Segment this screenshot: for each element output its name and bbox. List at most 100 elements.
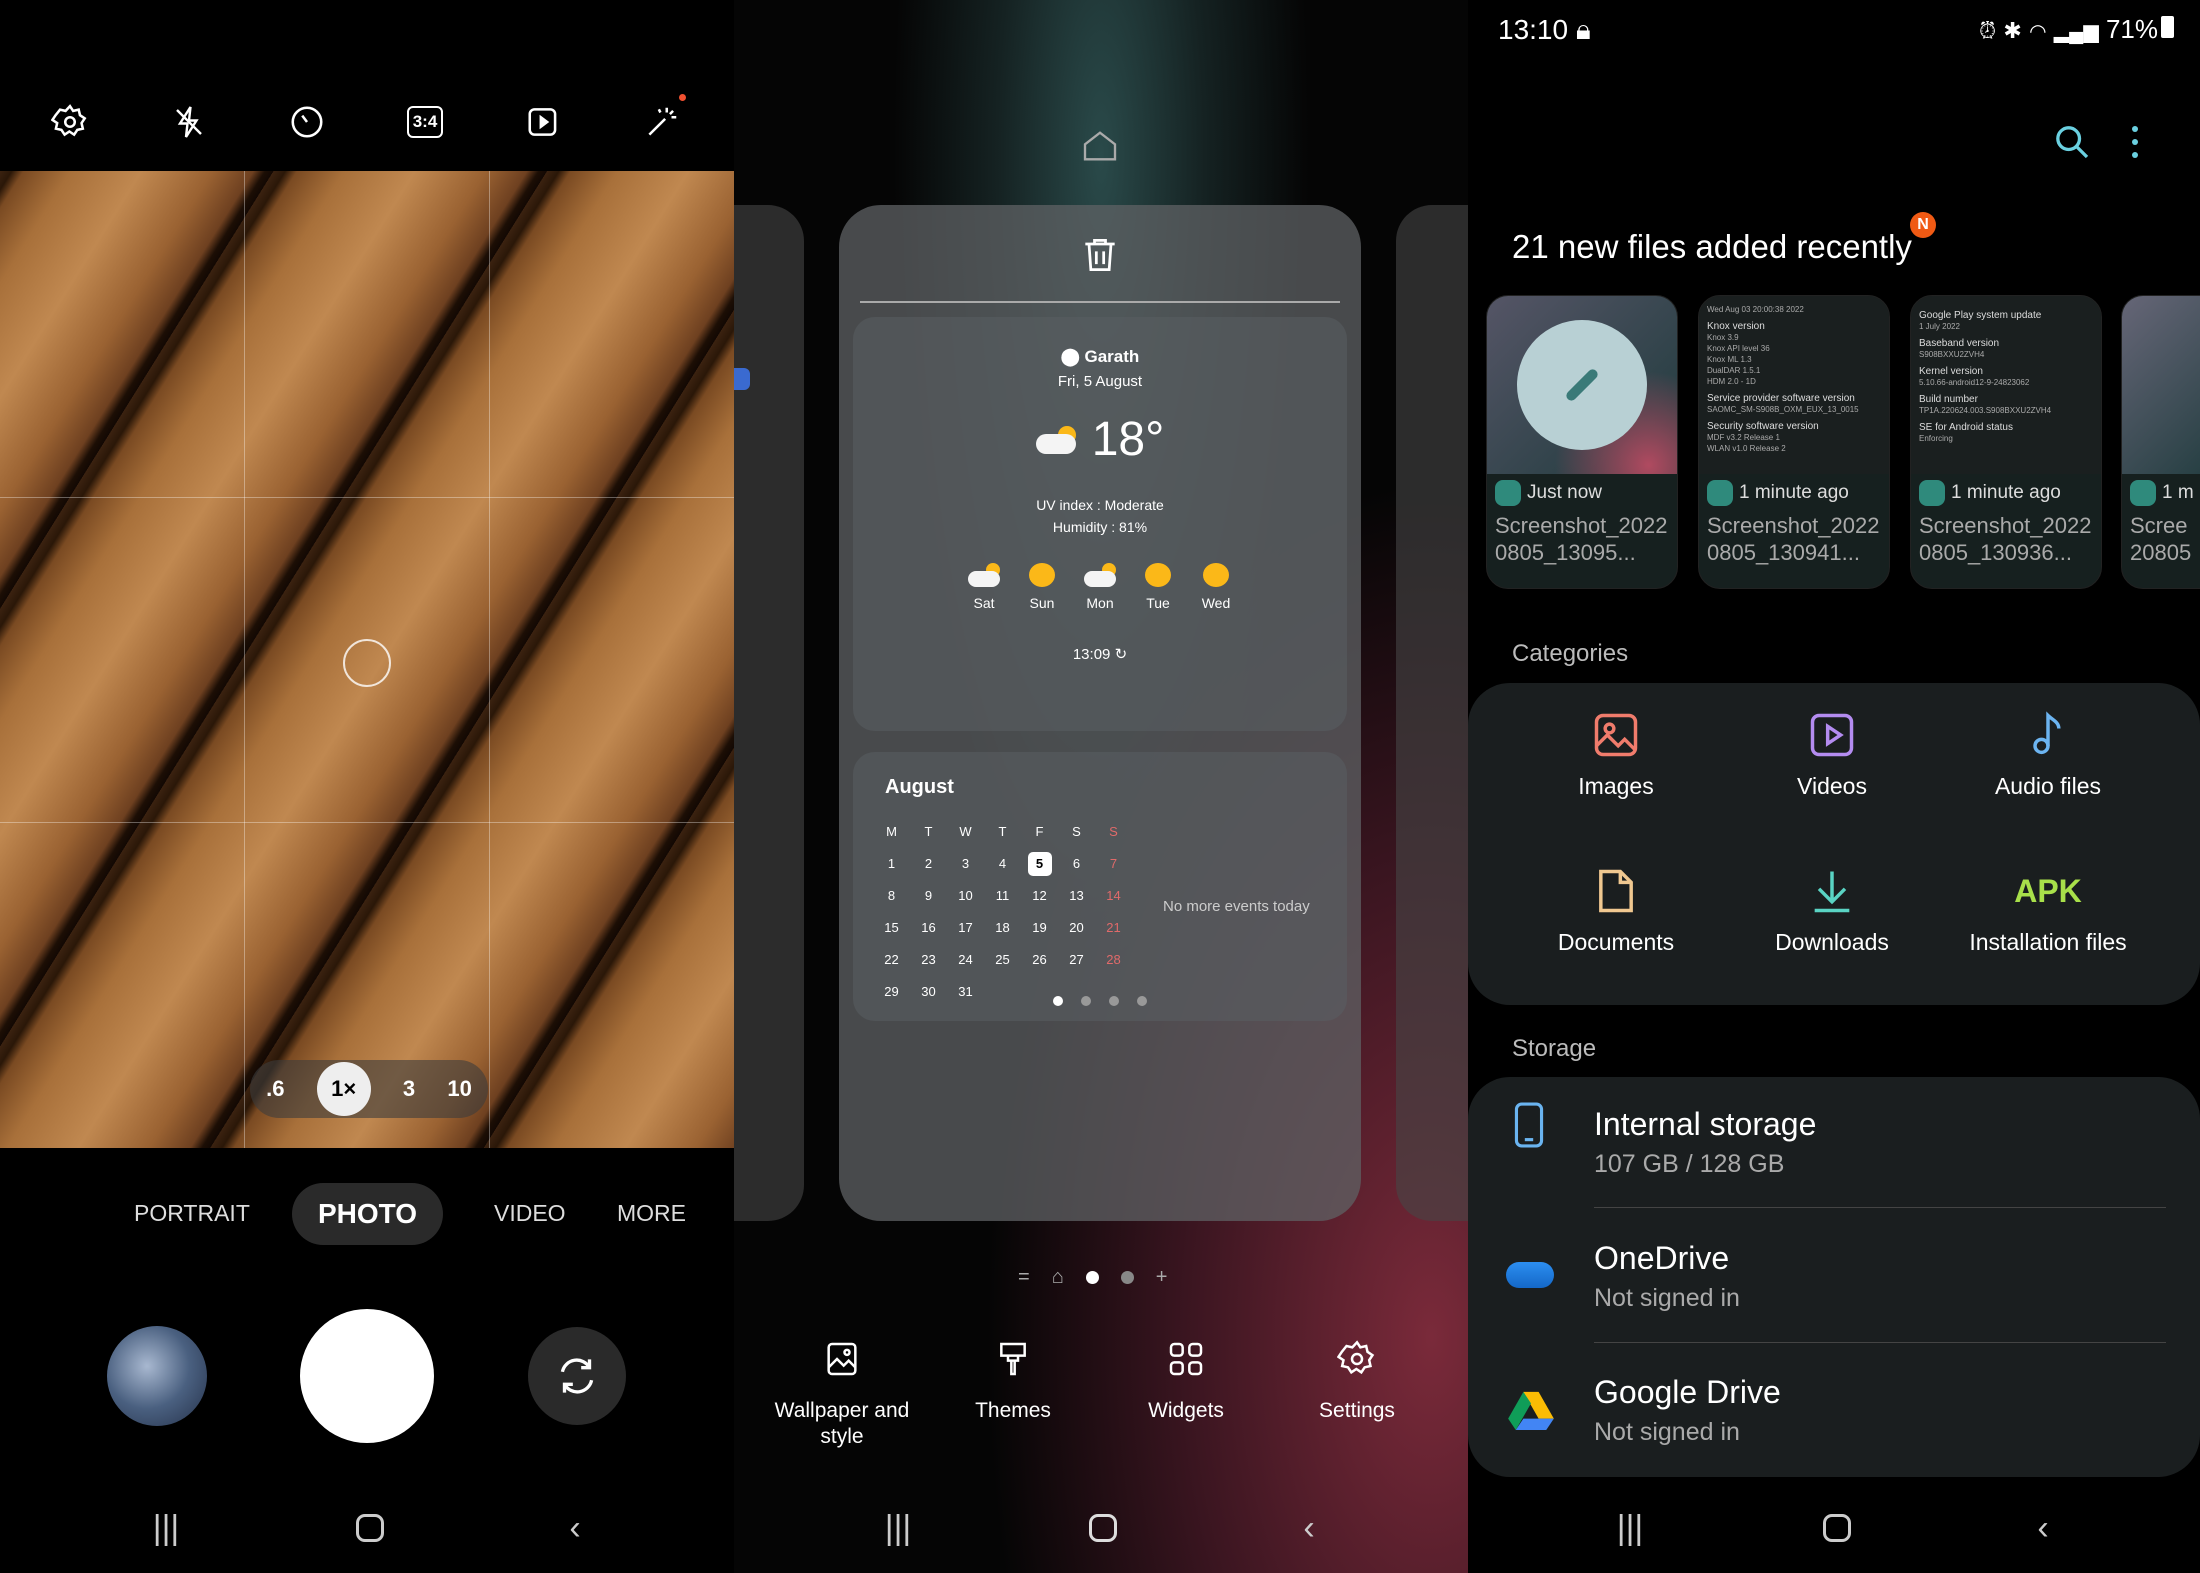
google-drive-title[interactable]: Google Drive (1594, 1374, 1781, 1411)
recents-button[interactable]: ||| (146, 1508, 186, 1548)
events-text: No more events today (1163, 898, 1310, 915)
filters-icon[interactable] (638, 94, 686, 146)
calendar-day[interactable]: 24 (947, 948, 984, 972)
zoom-selector[interactable]: .6 1× 3 10 (250, 1060, 488, 1118)
zoom-0-6[interactable]: .6 (266, 1076, 284, 1102)
calendar-day[interactable]: 21 (1095, 916, 1132, 940)
zoom-3[interactable]: 3 (403, 1076, 415, 1102)
status-icons: ⏰︎ ✱ ◠ ▂▄▆ 71% (1979, 14, 2174, 45)
weather-widget[interactable]: ⬤ Garath Fri, 5 August 18° UV index : Mo… (853, 317, 1347, 731)
back-button[interactable]: ‹ (555, 1508, 595, 1548)
thumbnail-text: SAOMC_SM-S908B_OXM_EUX_13_0015 (1707, 405, 1859, 414)
wallpaper-and-style-button[interactable]: Wallpaper and style (757, 1398, 927, 1450)
calendar-day[interactable]: 3 (947, 852, 984, 876)
calendar-day[interactable]: 10 (947, 884, 984, 908)
calendar-day[interactable]: 15 (873, 916, 910, 940)
category-audio-files[interactable]: Audio files (1940, 705, 2156, 800)
calendar-day[interactable]: 22 (873, 948, 910, 972)
recent-file-card[interactable]: 1 m Scree 20805 (2121, 295, 2200, 589)
category-installation-files[interactable]: APK Installation files (1940, 861, 2156, 956)
mode-video[interactable]: VIDEO (494, 1200, 566, 1227)
home-page-icon[interactable] (1080, 126, 1120, 166)
partly-cloudy-icon (1035, 425, 1080, 454)
zoom-1x[interactable]: 1× (316, 1062, 371, 1116)
calendar-day[interactable]: 27 (1058, 948, 1095, 972)
calendar-day[interactable]: 26 (1021, 948, 1058, 972)
mode-portrait[interactable]: PORTRAIT (134, 1200, 250, 1227)
calendar-day[interactable]: 20 (1058, 916, 1095, 940)
calendar-day[interactable]: 12 (1021, 884, 1058, 908)
calendar-day[interactable]: 25 (984, 948, 1021, 972)
home-button[interactable] (1817, 1508, 1857, 1548)
recents-button[interactable]: ||| (878, 1508, 918, 1548)
calendar-day[interactable]: 1 (873, 852, 910, 876)
more-options-icon[interactable] (2132, 126, 2140, 158)
settings-icon[interactable] (46, 98, 94, 146)
home-button[interactable] (350, 1508, 390, 1548)
motion-photo-icon[interactable] (520, 98, 568, 146)
calendar-day[interactable]: 8 (873, 884, 910, 908)
mode-more[interactable]: MORE (617, 1200, 686, 1227)
settings-button[interactable]: Settings (1272, 1398, 1442, 1424)
calendar-day[interactable]: 11 (984, 884, 1021, 908)
delete-page-icon[interactable] (1078, 233, 1122, 282)
calendar-day[interactable]: 5 (1027, 852, 1052, 876)
page-indicator[interactable]: = ⌂ + (1018, 1266, 1167, 1289)
previous-page-card[interactable] (734, 205, 804, 1221)
file-time: Just now (1527, 482, 1602, 504)
my-files-app: 13:10 🔒︎ ⏰︎ ✱ ◠ ▂▄▆ 71% 21 new files add… (1468, 0, 2200, 1573)
back-button[interactable]: ‹ (2023, 1508, 2063, 1548)
calendar-day[interactable]: 17 (947, 916, 984, 940)
calendar-day[interactable]: 19 (1021, 916, 1058, 940)
switch-camera-button[interactable] (528, 1327, 626, 1425)
uv-index: UV index : Moderate (1036, 497, 1164, 513)
widgets-button[interactable]: Widgets (1101, 1398, 1271, 1424)
category-images[interactable]: Images (1508, 705, 1724, 800)
recent-file-card[interactable]: Just now Screenshot_20220805_13095... (1486, 295, 1678, 589)
wallpaper-icon[interactable] (818, 1335, 866, 1383)
mode-photo[interactable]: PHOTO (292, 1183, 443, 1245)
widgets-icon[interactable] (1162, 1335, 1210, 1383)
ratio-icon[interactable]: 3:4 (401, 98, 449, 146)
brush-icon[interactable] (989, 1335, 1037, 1383)
recent-file-card[interactable]: Google Play system update 1 July 2022 Base… (1910, 295, 2102, 589)
calendar-day[interactable]: 23 (910, 948, 947, 972)
category-documents[interactable]: Documents (1508, 861, 1724, 956)
gallery-thumbnail[interactable] (107, 1326, 207, 1426)
calendar-day[interactable]: 31 (947, 980, 984, 1004)
calendar-day[interactable]: 28 (1095, 948, 1132, 972)
home-button[interactable] (1083, 1508, 1123, 1548)
camera-viewfinder[interactable]: .6 1× 3 10 (0, 171, 734, 1148)
timer-icon[interactable] (283, 98, 331, 146)
flash-off-icon[interactable] (165, 98, 213, 146)
calendar-day[interactable]: 29 (873, 980, 910, 1004)
calendar-day[interactable]: 18 (984, 916, 1021, 940)
calendar-day[interactable]: 2 (910, 852, 947, 876)
recent-file-card[interactable]: Wed Aug 03 20:00:38 2022 Knox version Knox… (1698, 295, 1890, 589)
calendar-day[interactable]: 13 (1058, 884, 1095, 908)
themes-button[interactable]: Themes (928, 1398, 1098, 1424)
zoom-10[interactable]: 10 (447, 1076, 471, 1102)
calendar-day[interactable]: 14 (1095, 884, 1132, 908)
onedrive-title[interactable]: OneDrive (1594, 1240, 1729, 1277)
calendar-day[interactable]: 7 (1095, 852, 1132, 876)
calendar-day[interactable]: 30 (910, 980, 947, 1004)
page-preview-card[interactable]: ⬤ Garath Fri, 5 August 18° UV index : Mo… (839, 205, 1361, 1221)
new-badge: N (1910, 212, 1936, 238)
file-time: 1 minute ago (1951, 482, 2061, 504)
next-page-card[interactable] (1396, 205, 1468, 1221)
back-button[interactable]: ‹ (1289, 1508, 1329, 1548)
settings-icon[interactable] (1333, 1335, 1381, 1383)
calendar-day[interactable]: 9 (910, 884, 947, 908)
search-icon[interactable] (2052, 122, 2092, 167)
category-videos[interactable]: Videos (1724, 705, 1940, 800)
category-downloads[interactable]: Downloads (1724, 861, 1940, 956)
calendar-widget[interactable]: August M T W T F S S 1 2 3 4 5 6 7 8 9 10 11 12 13 14 15 16 17 1… (853, 752, 1347, 1021)
shutter-button[interactable] (300, 1309, 434, 1443)
calendar-day[interactable]: 4 (984, 852, 1021, 876)
internal-storage-title[interactable]: Internal storage (1594, 1106, 1816, 1143)
recents-button[interactable]: ||| (1610, 1508, 1650, 1548)
calendar-day[interactable]: 16 (910, 916, 947, 940)
weather-updated[interactable]: 13:09 ↻ (853, 645, 1347, 663)
calendar-day[interactable]: 6 (1058, 852, 1095, 876)
